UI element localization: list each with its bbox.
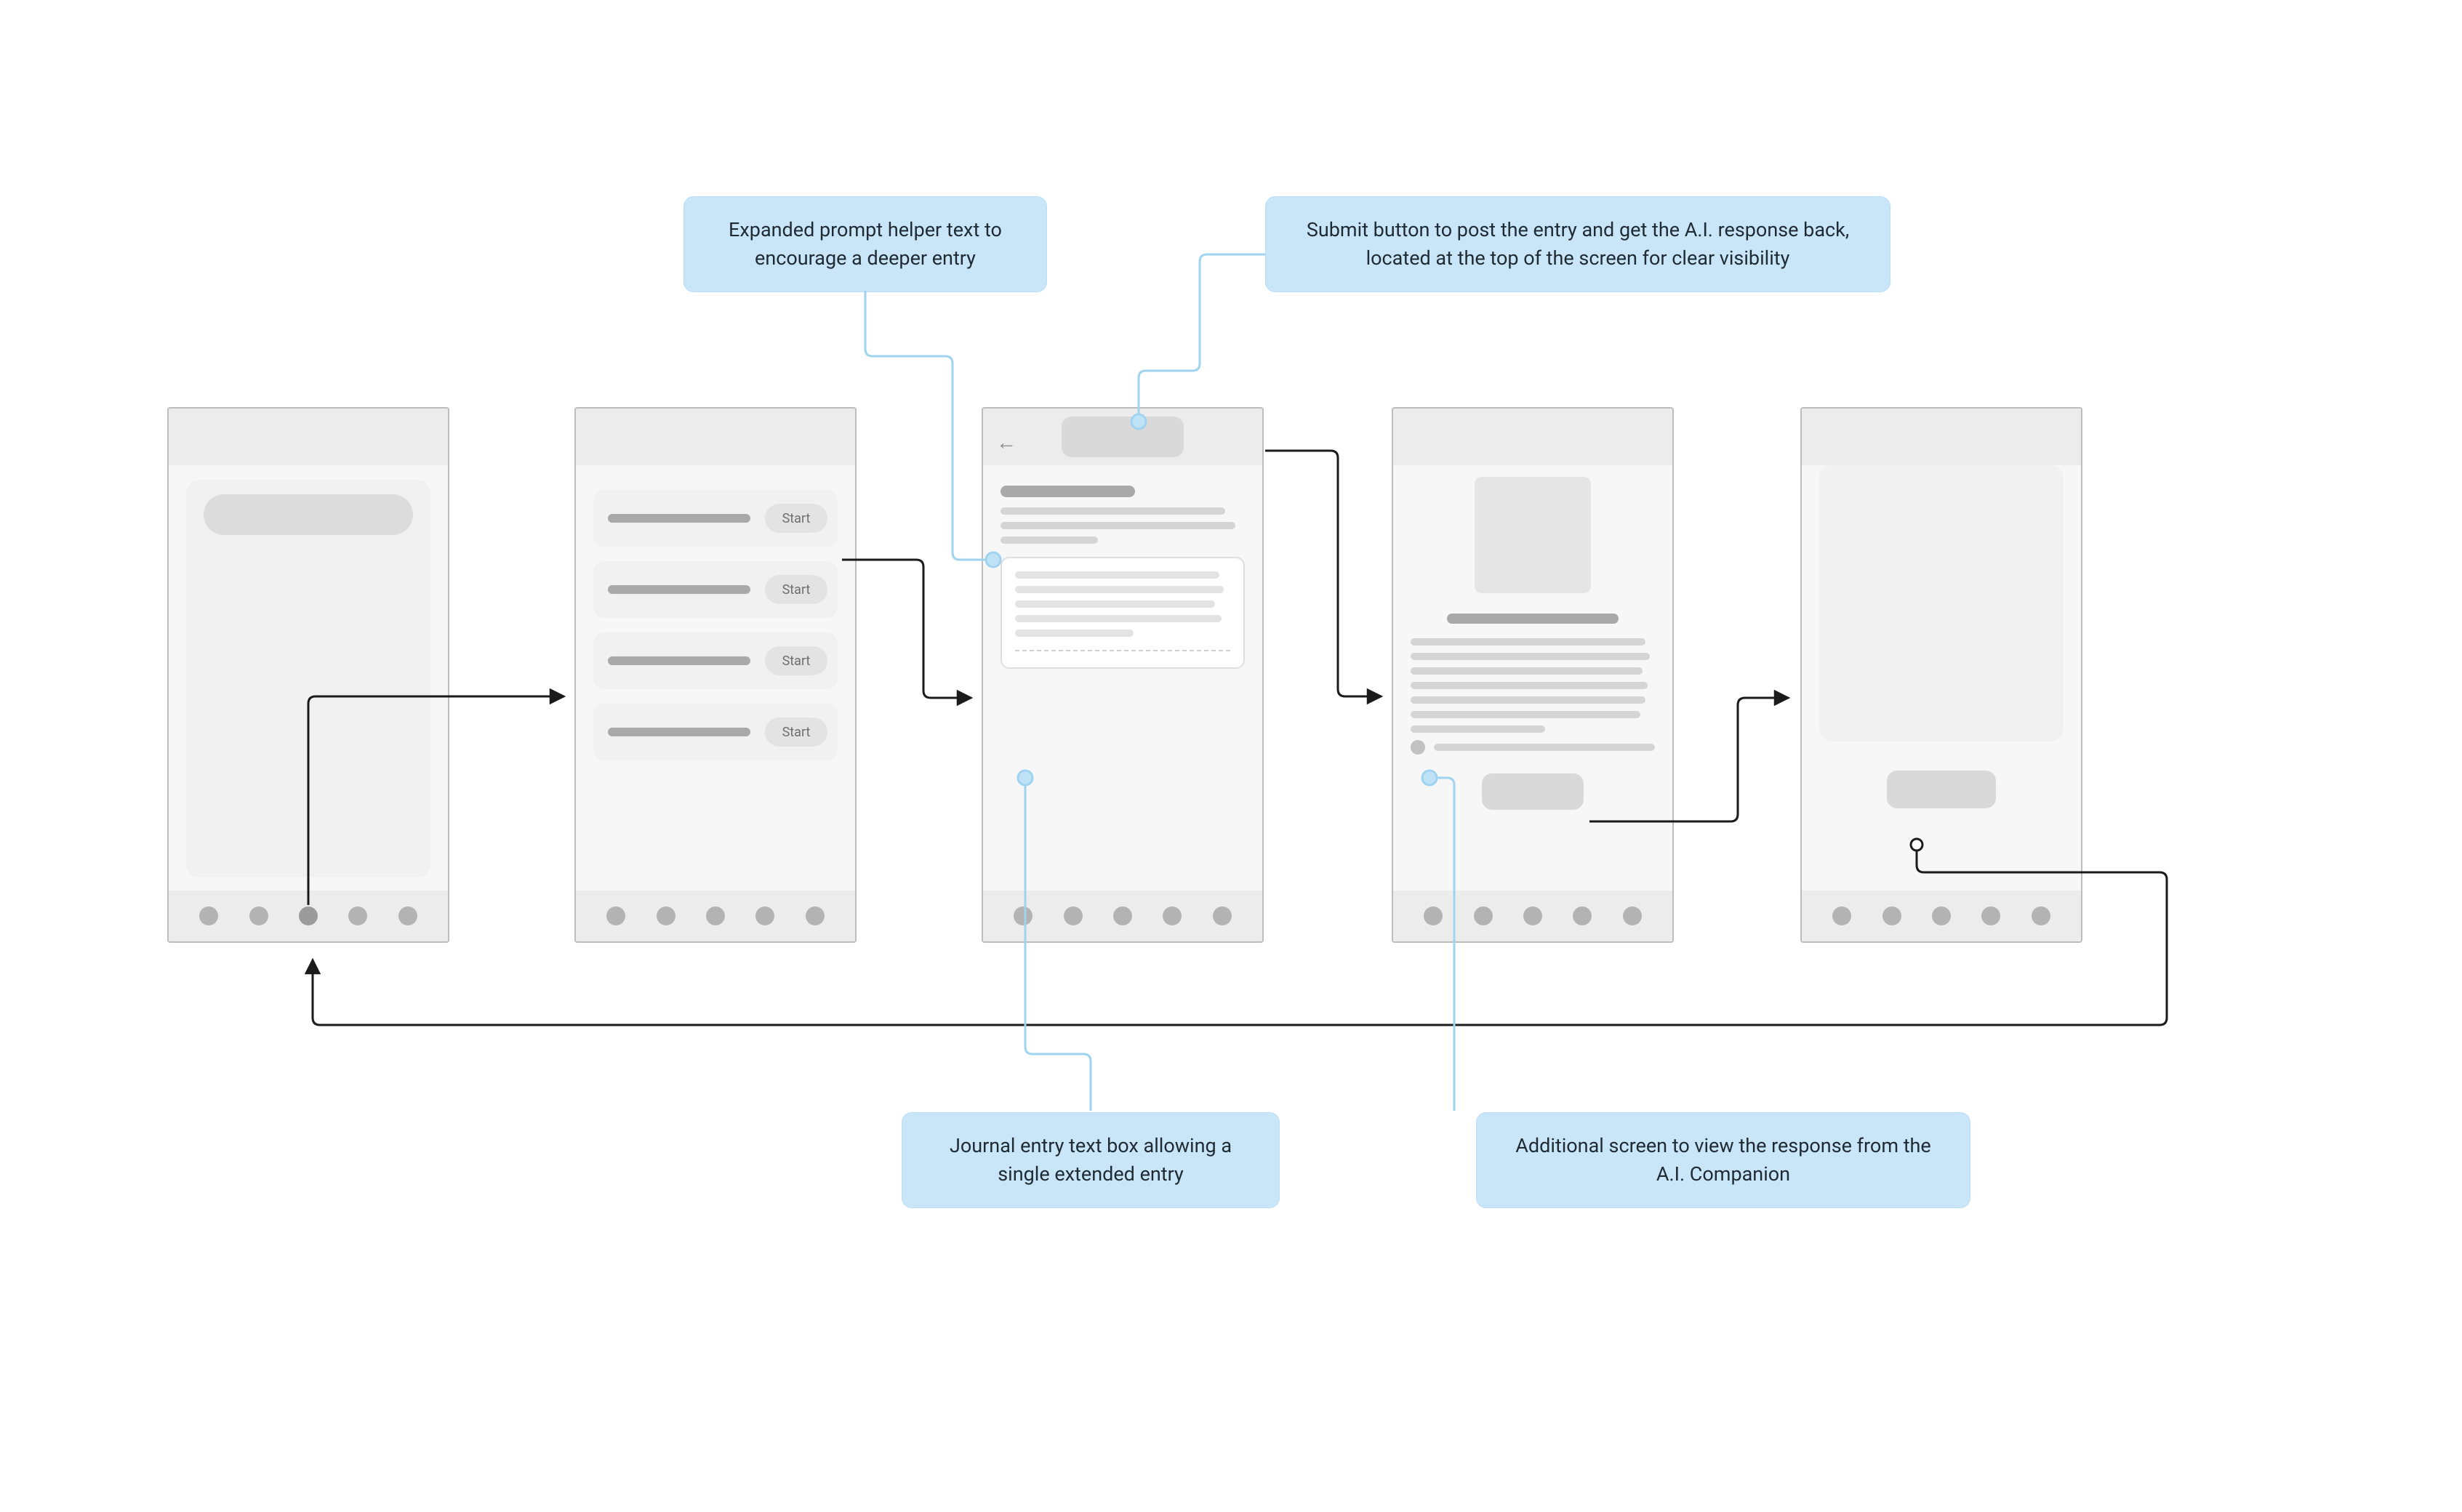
tab-4[interactable] [1163, 906, 1182, 925]
response-image-placeholder [1475, 477, 1591, 593]
prompt-text-placeholder [608, 728, 750, 736]
screen-home-header [169, 409, 448, 465]
tab-3-active[interactable] [299, 906, 318, 925]
prompt-row[interactable]: Start [593, 632, 838, 689]
tab-2[interactable] [657, 906, 675, 925]
home-main-card[interactable] [186, 480, 430, 877]
bullet-dot-icon [1411, 740, 1425, 755]
tab-4[interactable] [1573, 906, 1592, 925]
arrow-prompts-to-editor [842, 560, 971, 698]
tab-3[interactable] [1113, 906, 1132, 925]
prompt-line [1001, 522, 1235, 529]
tab-1[interactable] [1424, 906, 1443, 925]
tab-4[interactable] [348, 906, 367, 925]
tab-3[interactable] [1932, 906, 1951, 925]
home-card-title-pill [204, 494, 413, 535]
tab-2[interactable] [1882, 906, 1901, 925]
prompt-helper-block [1001, 486, 1245, 544]
screen-summary [1800, 407, 2082, 943]
prompt-row[interactable]: Start [593, 490, 838, 547]
start-button[interactable]: Start [765, 575, 827, 604]
response-cta-button[interactable] [1482, 773, 1584, 810]
screen-summary-header [1802, 409, 2081, 465]
response-title-placeholder [1447, 614, 1618, 624]
tab-2[interactable] [1474, 906, 1493, 925]
prompt-text-placeholder [608, 514, 750, 523]
tab-4[interactable] [1981, 906, 2000, 925]
tab-5[interactable] [806, 906, 825, 925]
tab-bar [1802, 890, 2081, 941]
tab-3[interactable] [706, 906, 725, 925]
tab-2[interactable] [1064, 906, 1083, 925]
leader-prompt-helper [865, 291, 986, 560]
tab-3[interactable] [1523, 906, 1542, 925]
prompt-title-placeholder [1001, 486, 1135, 497]
screen-prompts-header [576, 409, 855, 465]
tab-1[interactable] [1832, 906, 1851, 925]
arrow-editor-to-response [1265, 451, 1382, 696]
tab-2[interactable] [249, 906, 268, 925]
prompt-line [1001, 536, 1098, 544]
leader-submit [1139, 254, 1265, 414]
tab-bar [576, 890, 855, 941]
response-bullet [1411, 740, 1655, 755]
tab-4[interactable] [755, 906, 774, 925]
bullet-text-placeholder [1434, 744, 1655, 751]
screen-editor: ← [982, 407, 1264, 943]
screen-prompts: Start Start Start Start [574, 407, 857, 943]
tab-1[interactable] [1014, 906, 1032, 925]
response-body [1411, 638, 1655, 733]
start-button[interactable]: Start [765, 504, 827, 533]
caret-line [1015, 650, 1230, 651]
callout-ai-response: Additional screen to view the response f… [1476, 1112, 1970, 1208]
screen-ai-response [1392, 407, 1674, 943]
screen-response-header [1393, 409, 1672, 465]
summary-card [1819, 465, 2064, 741]
wireflow-canvas: Start Start Start Start ← [0, 0, 2462, 1512]
tab-5[interactable] [1213, 906, 1232, 925]
tab-bar [1393, 890, 1672, 941]
submit-button[interactable] [1062, 417, 1184, 457]
callout-entry-box: Journal entry text box allowing a single… [902, 1112, 1280, 1208]
summary-cta-button[interactable] [1887, 771, 1996, 808]
callout-submit-button: Submit button to post the entry and get … [1265, 196, 1890, 292]
screen-home [167, 407, 449, 943]
tab-bar [983, 890, 1262, 941]
screen-editor-header: ← [983, 409, 1262, 465]
prompt-text-placeholder [608, 585, 750, 594]
tab-5[interactable] [2032, 906, 2050, 925]
tab-5[interactable] [1623, 906, 1642, 925]
prompt-row[interactable]: Start [593, 561, 838, 618]
prompt-text-placeholder [608, 656, 750, 665]
tab-5[interactable] [398, 906, 417, 925]
prompt-line [1001, 507, 1225, 515]
back-icon[interactable]: ← [996, 430, 1017, 443]
journal-entry-textarea[interactable] [1001, 557, 1245, 669]
start-button[interactable]: Start [765, 646, 827, 675]
prompt-row[interactable]: Start [593, 704, 838, 760]
callout-prompt-helper: Expanded prompt helper text to encourage… [683, 196, 1047, 292]
start-button[interactable]: Start [765, 717, 827, 747]
tab-1[interactable] [199, 906, 218, 925]
tab-bar [169, 890, 448, 941]
tab-1[interactable] [606, 906, 625, 925]
